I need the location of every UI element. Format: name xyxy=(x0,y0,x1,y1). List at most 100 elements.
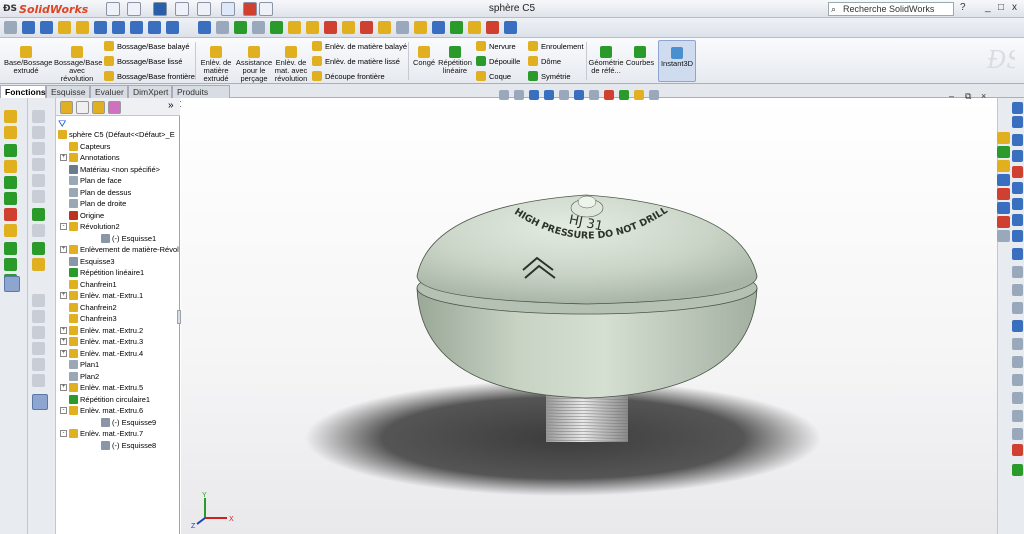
fillet-tool-icon[interactable] xyxy=(4,144,17,157)
relations-icon[interactable] xyxy=(234,21,247,34)
tree-item[interactable]: (-) Esquisse9 xyxy=(92,417,156,428)
tree-item[interactable]: Chanfrein1 xyxy=(60,279,117,290)
tree-item[interactable]: Origine xyxy=(60,210,104,221)
shell-tool-icon[interactable] xyxy=(4,176,17,189)
dimxpert-tab-icon[interactable] xyxy=(108,101,121,114)
extruded-boss-button[interactable]: Base/Bossage extrudé xyxy=(4,46,52,75)
extrude-icon[interactable] xyxy=(58,21,71,34)
stretch-icon[interactable] xyxy=(432,21,445,34)
tree-item[interactable]: - Enlèv. mat.-Extru.6 xyxy=(60,405,143,416)
trim-tool-icon[interactable] xyxy=(32,294,45,307)
sketch-tool-icon[interactable] xyxy=(32,110,45,123)
3d-model[interactable]: HIGH PRESSURE DO NOT DRILL OR INCINERATE… xyxy=(181,98,997,534)
tree-item[interactable]: + Enlèv. mat.-Extru.1 xyxy=(60,290,143,301)
tree-item[interactable]: Plan2 xyxy=(60,371,99,382)
offset-icon[interactable] xyxy=(324,21,337,34)
collapse-icon[interactable]: - xyxy=(60,407,67,414)
curves-button[interactable]: Courbes xyxy=(624,46,656,67)
custom-properties-icon[interactable] xyxy=(997,202,1010,214)
trim-icon[interactable] xyxy=(198,21,211,34)
tree-item[interactable]: + Enlèv. mat.-Extru.2 xyxy=(60,325,143,336)
tree-item[interactable]: + Enlèv. mat.-Extru.3 xyxy=(60,336,143,347)
linear-pattern-button[interactable]: Répétition linéaire xyxy=(436,46,474,75)
sketch-icon[interactable] xyxy=(22,21,35,34)
tree-item[interactable]: Esquisse3 xyxy=(60,256,115,267)
tab-evaluer[interactable]: Evaluer xyxy=(90,85,128,98)
tree-item[interactable]: (-) Esquisse1 xyxy=(92,233,156,244)
search-input[interactable]: ⌕ Recherche SolidWorks xyxy=(828,2,954,16)
convert-entities-icon[interactable] xyxy=(342,21,355,34)
mirror-icon[interactable] xyxy=(270,21,283,34)
minimize-button[interactable]: _ xyxy=(985,2,991,13)
extruded-cut-button[interactable]: Enlèv. de matière extrudé xyxy=(198,46,234,83)
chamfer-sketch-icon[interactable] xyxy=(1012,320,1023,332)
mirror-tool-icon[interactable] xyxy=(4,258,17,271)
fillet-button[interactable]: Congé xyxy=(410,46,438,67)
boundary-cut-button[interactable]: Découpe frontière xyxy=(312,71,385,81)
grid-icon[interactable] xyxy=(252,21,265,34)
mirror-entities-icon[interactable] xyxy=(1012,410,1023,422)
tab-dimxpert[interactable]: DimXpert xyxy=(128,85,172,98)
line-icon[interactable] xyxy=(1012,134,1023,146)
relation-tool-icon[interactable] xyxy=(32,208,45,221)
rectangle-icon[interactable] xyxy=(112,21,125,34)
tree-item[interactable]: + Enlèv. mat.-Extru.5 xyxy=(60,382,143,393)
chamfer-icon[interactable] xyxy=(306,21,319,34)
tree-root-part[interactable]: sphère C5 (Défaut<<Défaut>_E xyxy=(58,129,175,140)
restore-button[interactable]: □ xyxy=(998,2,1004,13)
rectangle-icon[interactable] xyxy=(1012,150,1023,162)
pattern-tool-icon[interactable] xyxy=(4,242,17,255)
fillet-icon[interactable] xyxy=(288,21,301,34)
tree-item[interactable]: Chanfrein3 xyxy=(60,313,117,324)
graphics-area[interactable]: – ⧉ × HIGH PRESSURE DO NOT DRILL HJ 31 Y… xyxy=(181,90,997,534)
line-tool-icon[interactable] xyxy=(32,126,45,139)
extend-entities-icon[interactable] xyxy=(1012,392,1023,404)
wrap-button[interactable]: Enroulement xyxy=(528,41,584,51)
tree-item[interactable]: Plan de droite xyxy=(60,198,126,209)
tree-item[interactable]: Capteurs xyxy=(60,141,110,152)
dome-button[interactable]: Dôme xyxy=(528,56,561,66)
tree-item[interactable]: Matériau <non spécifié> xyxy=(60,164,160,175)
polygon-icon[interactable] xyxy=(1012,214,1023,226)
smart-dimension-icon[interactable] xyxy=(40,21,53,34)
line-icon[interactable] xyxy=(94,21,107,34)
expand-icon[interactable]: + xyxy=(60,384,67,391)
tree-item[interactable]: - Révolution2 xyxy=(60,221,120,232)
spline-icon[interactable] xyxy=(1012,230,1023,242)
pattern-icon[interactable] xyxy=(450,21,463,34)
draft-button[interactable]: Dépouille xyxy=(476,56,520,66)
color-icon[interactable] xyxy=(997,216,1010,228)
extend-tool-icon[interactable] xyxy=(32,310,45,323)
property-tab-icon[interactable] xyxy=(76,101,89,114)
tree-item[interactable]: Répétition linéaire1 xyxy=(60,267,144,278)
revolved-boss-button[interactable]: Bossage/Base avec révolution xyxy=(54,46,102,83)
abc-spelling-icon[interactable] xyxy=(216,21,229,34)
shell-button[interactable]: Coque xyxy=(476,71,511,81)
feature-tree-tab-icon[interactable] xyxy=(60,101,73,114)
trim-entities-icon[interactable] xyxy=(1012,374,1023,386)
move-entities-icon[interactable] xyxy=(1012,444,1023,456)
tree-item[interactable]: Répétition circulaire1 xyxy=(60,394,150,405)
revolve-icon[interactable] xyxy=(76,21,89,34)
section-icon[interactable] xyxy=(504,21,517,34)
lofted-cut-button[interactable]: Enlèv. de matière lissé xyxy=(312,56,400,66)
move-icon[interactable] xyxy=(360,21,373,34)
expand-panel-icon[interactable]: » xyxy=(168,100,174,111)
lofted-boss-button[interactable]: Bossage/Base lissé xyxy=(104,56,182,66)
sketch-smart-dim-icon[interactable] xyxy=(1012,102,1023,114)
mirror-button[interactable]: Symétrie xyxy=(528,71,571,81)
convert-entities-icon[interactable] xyxy=(1012,356,1023,368)
tree-item[interactable]: + Enlèv. mat.-Extru.4 xyxy=(60,348,143,359)
text-icon[interactable] xyxy=(1012,284,1023,296)
cut-icon[interactable] xyxy=(4,126,17,139)
fillet-sketch-icon[interactable] xyxy=(1012,302,1023,314)
point-icon[interactable] xyxy=(1012,248,1023,260)
tab-fonctions[interactable]: Fonctions xyxy=(0,85,46,98)
expand-icon[interactable]: + xyxy=(60,326,67,334)
circle-icon[interactable] xyxy=(1012,182,1023,194)
dimension-tool-icon[interactable] xyxy=(32,224,45,237)
rect-tool-icon[interactable] xyxy=(32,142,45,155)
offset-tool-icon[interactable] xyxy=(32,258,45,271)
view-home-icon[interactable] xyxy=(997,132,1010,144)
linear-pattern-sketch-icon[interactable] xyxy=(1012,428,1023,440)
